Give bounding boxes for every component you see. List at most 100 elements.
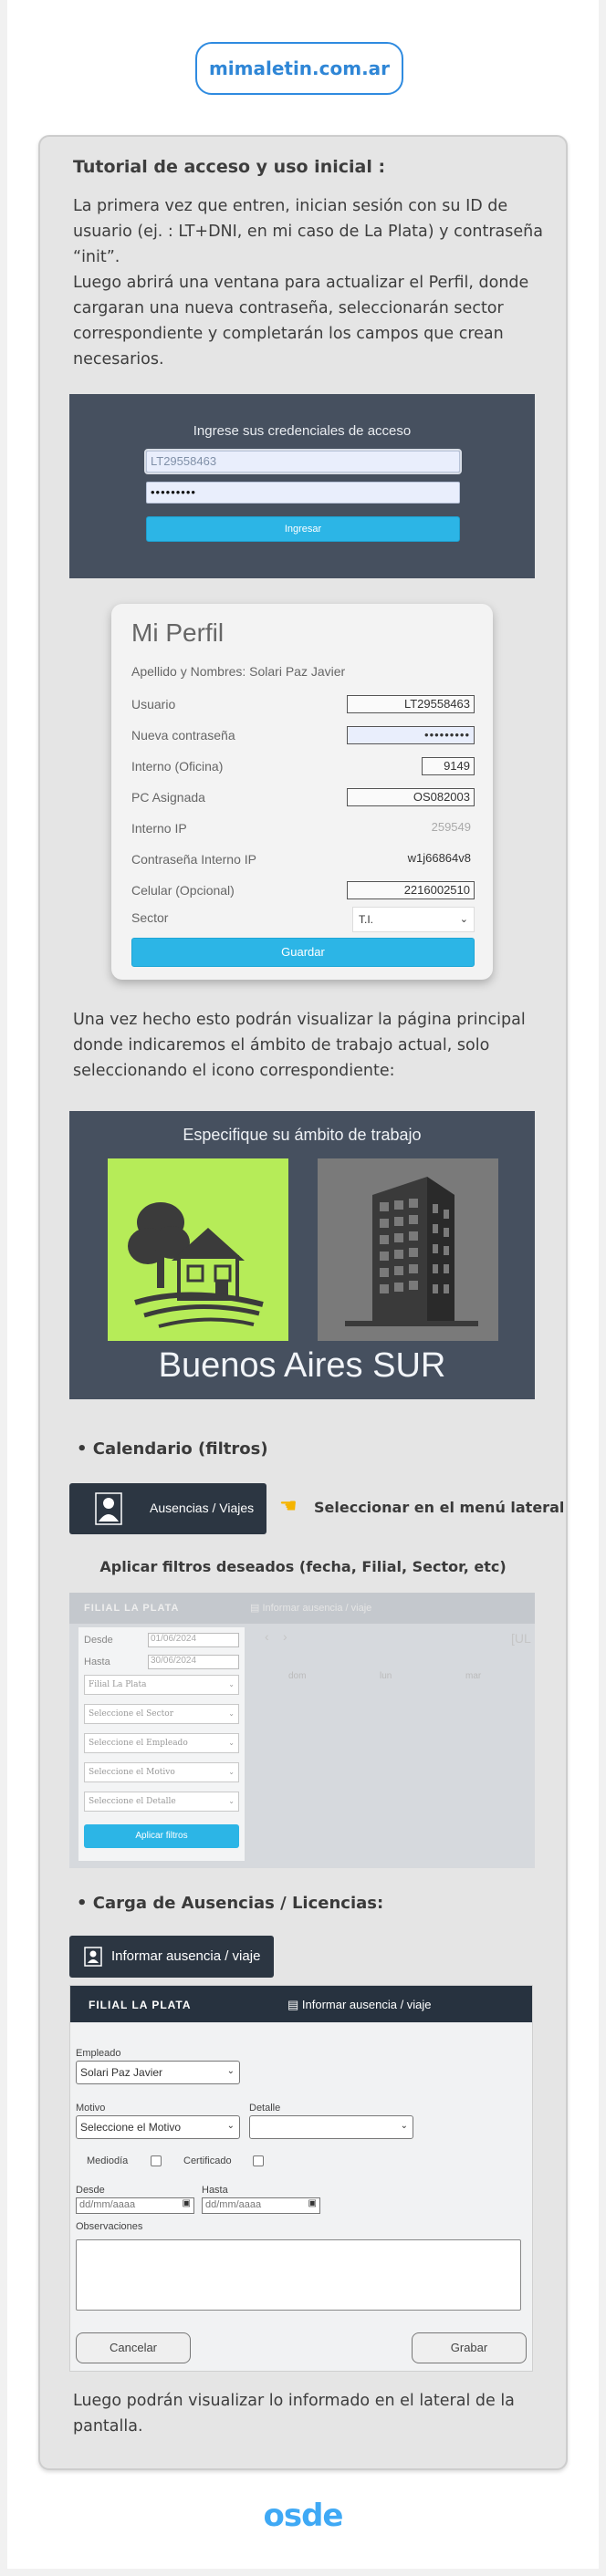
empleado-select[interactable]: Solari Paz Javier ⌄	[76, 2061, 240, 2084]
desde-label: Desde	[84, 1635, 113, 1646]
calendario-heading: • Calendario (filtros)	[77, 1439, 268, 1459]
form-top-link[interactable]: ▤ Informar ausencia / viaje	[287, 1998, 432, 2012]
informar-ausencia-button[interactable]: Informar ausencia / viaje	[69, 1936, 274, 1978]
login-panel: Ingrese sus credenciales de acceso LT295…	[69, 394, 535, 578]
login-button[interactable]: Ingresar	[146, 516, 460, 542]
profile-row-ip-password: Contraseña Interno IP w1j66864v8	[131, 850, 475, 870]
person-icon	[84, 1947, 102, 1967]
profile-row-interno-ip: Interno IP 259549	[131, 819, 475, 839]
calendar-icon: ▣	[182, 2198, 191, 2208]
ausencias-label: Ausencias / Viajes	[150, 1501, 255, 1515]
profile-row-pc: PC Asignada OS082003	[131, 788, 475, 808]
motivo-label: Motivo	[76, 2103, 106, 2114]
filial-select[interactable]: Filial La Plata ⌄	[84, 1675, 239, 1695]
chevron-down-icon: ⌄	[228, 1768, 235, 1776]
informar-label: Informar ausencia / viaje	[111, 1948, 261, 1964]
form-brand: FILIAL LA PLATA	[89, 1999, 192, 2011]
empleado-filter-select[interactable]: Seleccione el Empleado ⌄	[84, 1733, 239, 1753]
hasta-label: Hasta	[202, 2185, 228, 2196]
calendar-prev-icon[interactable]: ‹	[265, 1629, 269, 1644]
select-menu-note: Seleccionar en el menú lateral	[314, 1499, 565, 1516]
tutorial-intro: La primera vez que entren, inician sesió…	[73, 197, 543, 369]
celular-field[interactable]: 2216002510	[347, 881, 475, 899]
hasta-label: Hasta	[84, 1657, 110, 1667]
password-input[interactable]: •••••••••	[146, 482, 460, 504]
building-icon	[345, 1177, 478, 1326]
office-option-tile[interactable]	[318, 1158, 498, 1341]
profile-label: PC Asignada	[131, 790, 205, 805]
calendar-month-label: [UL	[511, 1631, 531, 1646]
profile-label: Nueva contraseña	[131, 728, 235, 743]
usuario-field[interactable]: LT29558463	[347, 695, 475, 713]
apply-filters-button[interactable]: Aplicar filtros	[84, 1824, 239, 1848]
profile-label: Contraseña Interno IP	[131, 852, 256, 867]
pc-field[interactable]: OS082003	[347, 788, 475, 806]
mediodia-checkbox[interactable]	[151, 2155, 162, 2166]
detalle-filter-select[interactable]: Seleccione el Detalle ⌄	[84, 1792, 239, 1812]
certificado-checkbox[interactable]	[253, 2155, 264, 2166]
observaciones-label: Observaciones	[76, 2221, 143, 2232]
profile-card: Mi Perfil Apellido y Nombres: Solari Paz…	[111, 604, 493, 980]
motivo-select[interactable]: Seleccione el Motivo ⌄	[76, 2115, 240, 2139]
desde-date-field[interactable]: dd/mm/aaaa ▣	[76, 2197, 194, 2214]
profile-label: Interno IP	[131, 821, 187, 836]
ip-password-value: w1j66864v8	[407, 851, 471, 865]
profile-label: Interno (Oficina)	[131, 759, 224, 774]
chevron-down-icon: ⌄	[228, 1739, 235, 1747]
filter-topbar: FILIAL LA PLATA ▤ Informar ausencia / vi…	[69, 1593, 535, 1624]
new-password-field[interactable]: •••••••••	[347, 726, 475, 744]
ambito-panel: Especifique su ámbito de trabajo Buenos …	[69, 1111, 535, 1399]
sector-filter-select[interactable]: Seleccione el Sector ⌄	[84, 1704, 239, 1724]
filter-panel: Desde 01/06/2024 Hasta 30/06/2024 Filial…	[78, 1627, 245, 1861]
weekday-label: dom	[288, 1671, 307, 1681]
filters-note: Aplicar filtros deseados (fecha, Filial,…	[99, 1558, 507, 1575]
sector-select[interactable]: T.I. ⌄	[352, 907, 475, 932]
chevron-down-icon: ⌄	[226, 2066, 235, 2076]
profile-row-usuario: Usuario LT29558463	[131, 695, 475, 715]
hasta-date-field[interactable]: dd/mm/aaaa ▣	[202, 2197, 320, 2214]
hasta-date-input[interactable]: 30/06/2024	[148, 1655, 239, 1669]
desde-label: Desde	[76, 2185, 105, 2196]
weekday-label: lun	[380, 1671, 392, 1681]
profile-label: Sector	[131, 910, 169, 925]
osde-logo: osde	[263, 2498, 344, 2534]
absence-form: FILIAL LA PLATA ▤ Informar ausencia / vi…	[69, 1985, 533, 2372]
calendar-next-icon[interactable]: ›	[283, 1629, 287, 1644]
grabar-button[interactable]: Grabar	[412, 2332, 527, 2363]
login-title: Ingrese sus credenciales de acceso	[193, 423, 412, 439]
desde-date-input[interactable]: 01/06/2024	[148, 1633, 239, 1647]
observaciones-textarea[interactable]	[76, 2239, 521, 2311]
form-topbar: FILIAL LA PLATA ▤ Informar ausencia / vi…	[70, 1986, 532, 2022]
chevron-down-icon: ⌄	[400, 2121, 408, 2131]
site-link[interactable]: mimaletin.com.ar	[195, 42, 403, 95]
interno-ip-value: 259549	[431, 820, 471, 834]
ambito-title: Especifique su ámbito de trabajo	[183, 1126, 422, 1144]
detalle-select[interactable]: ⌄	[249, 2115, 413, 2139]
pointing-hand-icon: ☚	[279, 1494, 298, 1517]
home-option-tile[interactable]	[108, 1158, 288, 1341]
tutorial-title: Tutorial de acceso y uso inicial :	[73, 157, 386, 177]
ambito-place-name: Buenos Aires SUR	[158, 1346, 446, 1385]
motivo-filter-select[interactable]: Seleccione el Motivo ⌄	[84, 1762, 239, 1782]
profile-row-password: Nueva contraseña •••••••••	[131, 726, 475, 746]
username-input[interactable]: LT29558463	[144, 449, 462, 474]
certificado-label: Certificado	[183, 2155, 232, 2166]
profile-row-interno: Interno (Oficina) 9149	[131, 757, 475, 777]
ausencias-viajes-menu-button[interactable]: Ausencias / Viajes	[69, 1483, 266, 1534]
person-icon	[95, 1492, 122, 1525]
carga-heading: • Carga de Ausencias / Licencias:	[77, 1894, 384, 1913]
profile-label: Celular (Opcional)	[131, 883, 235, 898]
chevron-down-icon: ⌄	[228, 1680, 235, 1688]
cancel-button[interactable]: Cancelar	[76, 2332, 191, 2363]
chevron-down-icon: ⌄	[228, 1709, 235, 1718]
interno-field[interactable]: 9149	[422, 757, 475, 775]
save-profile-button[interactable]: Guardar	[131, 938, 475, 967]
after-profile-text: Una vez hecho esto podrán visualizar la …	[73, 1011, 526, 1080]
profile-row-celular: Celular (Opcional) 2216002510	[131, 881, 475, 901]
weekday-label: mar	[465, 1671, 482, 1681]
detalle-label: Detalle	[249, 2103, 281, 2114]
sector-value: T.I.	[359, 913, 374, 926]
filter-top-link[interactable]: ▤ Informar ausencia / viaje	[250, 1602, 371, 1614]
profile-name: Apellido y Nombres: Solari Paz Javier	[131, 664, 346, 679]
calendar-icon: ▣	[308, 2198, 317, 2208]
